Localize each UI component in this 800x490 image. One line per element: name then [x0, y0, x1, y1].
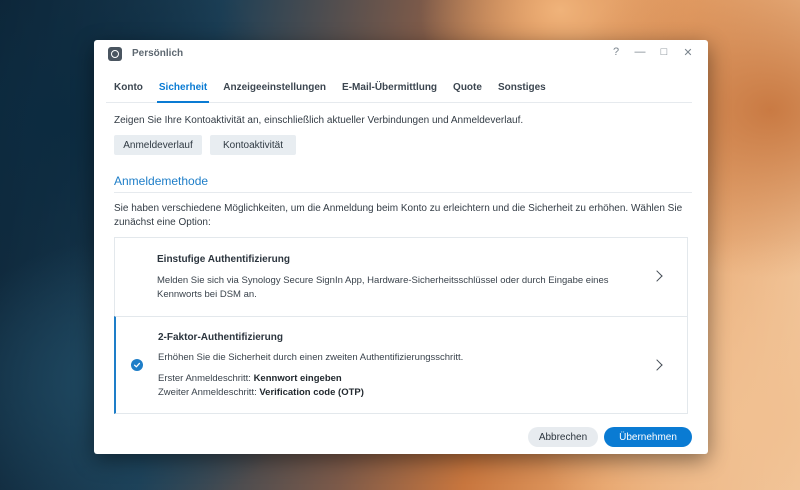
login-method-description: Sie haben verschiedene Möglichkeiten, um…: [114, 203, 683, 228]
apply-button[interactable]: Übernehmen: [604, 427, 692, 447]
second-step-label: Zweiter Anmeldeschritt:: [158, 387, 257, 398]
tab-email-uebermittlung[interactable]: E-Mail-Übermittlung: [334, 78, 445, 102]
tab-bar: Konto Sicherheit Anzeigeeinstellungen E-…: [106, 78, 692, 103]
tab-quote[interactable]: Quote: [445, 78, 490, 102]
close-icon[interactable]: ✕: [682, 45, 694, 59]
section-divider: [114, 192, 692, 193]
section-title-login-method: Anmeldemethode: [114, 174, 209, 188]
account-activity-button[interactable]: Kontoaktivität: [210, 135, 296, 155]
option-description: Melden Sie sich via Synology Secure Sign…: [157, 275, 609, 300]
app-icon: [108, 47, 122, 61]
option-two-factor[interactable]: 2-Faktor-Authentifizierung Erhöhen Sie d…: [114, 316, 688, 414]
maximize-icon[interactable]: □: [658, 45, 670, 59]
activity-intro-text: Zeigen Sie Ihre Kontoaktivität an, einsc…: [114, 115, 524, 126]
first-step-label: Erster Anmeldeschritt:: [158, 373, 251, 384]
chevron-right-icon: [651, 359, 663, 371]
option-title: Einstufige Authentifizierung: [157, 254, 290, 265]
minimize-icon[interactable]: —: [634, 45, 646, 59]
first-step-line: Erster Anmeldeschritt: Kennwort eingeben: [158, 372, 628, 386]
tab-konto[interactable]: Konto: [106, 78, 151, 102]
option-description: Erhöhen Sie die Sicherheit durch einen z…: [158, 352, 464, 363]
tab-anzeigeeinstellungen[interactable]: Anzeigeeinstellungen: [215, 78, 334, 102]
title-bar[interactable]: Persönlich ? — □ ✕: [94, 40, 708, 68]
second-step-value: Verification code (OTP): [259, 387, 364, 398]
first-step-value: Kennwort eingeben: [253, 373, 342, 384]
login-history-button[interactable]: Anmeldeverlauf: [114, 135, 202, 155]
option-single-factor[interactable]: Einstufige Authentifizierung Melden Sie …: [114, 237, 688, 317]
tab-sicherheit[interactable]: Sicherheit: [151, 78, 215, 103]
option-title: 2-Faktor-Authentifizierung: [158, 332, 283, 343]
help-icon[interactable]: ?: [610, 45, 622, 59]
tab-sonstiges[interactable]: Sonstiges: [490, 78, 554, 102]
chevron-right-icon: [651, 270, 663, 282]
cancel-button[interactable]: Abbrechen: [528, 427, 598, 447]
personal-settings-window: Persönlich ? — □ ✕ Konto Sicherheit Anze…: [94, 40, 708, 454]
window-title: Persönlich: [132, 48, 184, 59]
window-controls: ? — □ ✕: [610, 45, 694, 59]
second-step-line: Zweiter Anmeldeschritt: Verification cod…: [158, 386, 628, 400]
checkmark-icon: [131, 359, 143, 371]
